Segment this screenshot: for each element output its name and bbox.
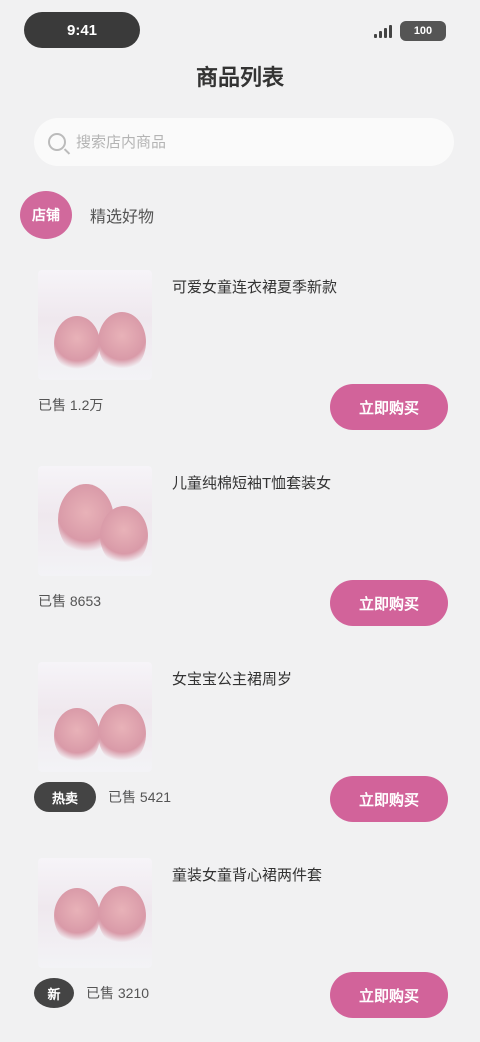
page-title: 商品列表 [195,65,284,90]
buy-button[interactable]: 立即购买 [330,580,448,626]
product-card[interactable]: 女宝宝公主裙周岁 热卖 已售 5421 立即购买 [20,650,460,846]
product-card[interactable]: 可爱女童连衣裙夏季新款 已售 1.2万 立即购买 [20,258,460,454]
status-time: 9:41 [24,12,140,48]
sales-row: 新 已售 3210 [34,978,149,1008]
buy-button[interactable]: 立即购买 [330,972,448,1018]
sales-count: 已售 3210 [86,985,150,1001]
store-header[interactable]: 店铺 精选好物 [20,190,154,240]
search-input[interactable] [76,133,436,151]
product-name[interactable]: 儿童纯棉短袖T恤套装女 [172,472,442,493]
time-text: 9:41 [66,21,98,39]
store-avatar-text: 店铺 [32,207,60,223]
product-name[interactable]: 女宝宝公主裙周岁 [172,668,442,689]
product-name[interactable]: 童装女童背心裙两件套 [172,864,442,885]
product-image[interactable] [38,270,152,380]
store-avatar[interactable]: 店铺 [20,191,72,239]
signal-icon [374,24,392,38]
buy-button[interactable]: 立即购买 [330,776,448,822]
status-indicators: 100 [374,20,446,42]
product-card[interactable]: 童装女童背心裙两件套 新 已售 3210 立即购买 [20,846,460,1042]
status-bar: 9:41 100 [0,0,480,60]
product-name[interactable]: 可爱女童连衣裙夏季新款 [172,276,442,297]
sales-tag: 热卖 [34,782,97,812]
sales-row: 热卖 已售 5421 [34,782,171,812]
search-bar[interactable] [34,118,454,166]
sales-tag: 新 [34,978,74,1008]
buy-button[interactable]: 立即购买 [330,384,448,430]
sales-row: 已售 1.2万 [38,390,103,420]
store-name[interactable]: 精选好物 [90,203,154,227]
product-image[interactable] [38,858,152,968]
product-image[interactable] [38,466,152,576]
product-list: 可爱女童连衣裙夏季新款 已售 1.2万 立即购买 儿童纯棉短袖T恤套装女 已售 … [20,258,460,1042]
sales-count: 已售 8653 [38,593,102,609]
battery-icon: 100 [400,21,446,41]
sales-count: 已售 5421 [108,789,172,805]
sales-row: 已售 8653 [38,586,101,616]
product-image[interactable] [38,662,152,772]
product-card[interactable]: 儿童纯棉短袖T恤套装女 已售 8653 立即购买 [20,454,460,650]
battery-level: 100 [413,25,433,37]
search-icon [48,133,66,151]
sales-count: 已售 1.2万 [38,397,104,413]
